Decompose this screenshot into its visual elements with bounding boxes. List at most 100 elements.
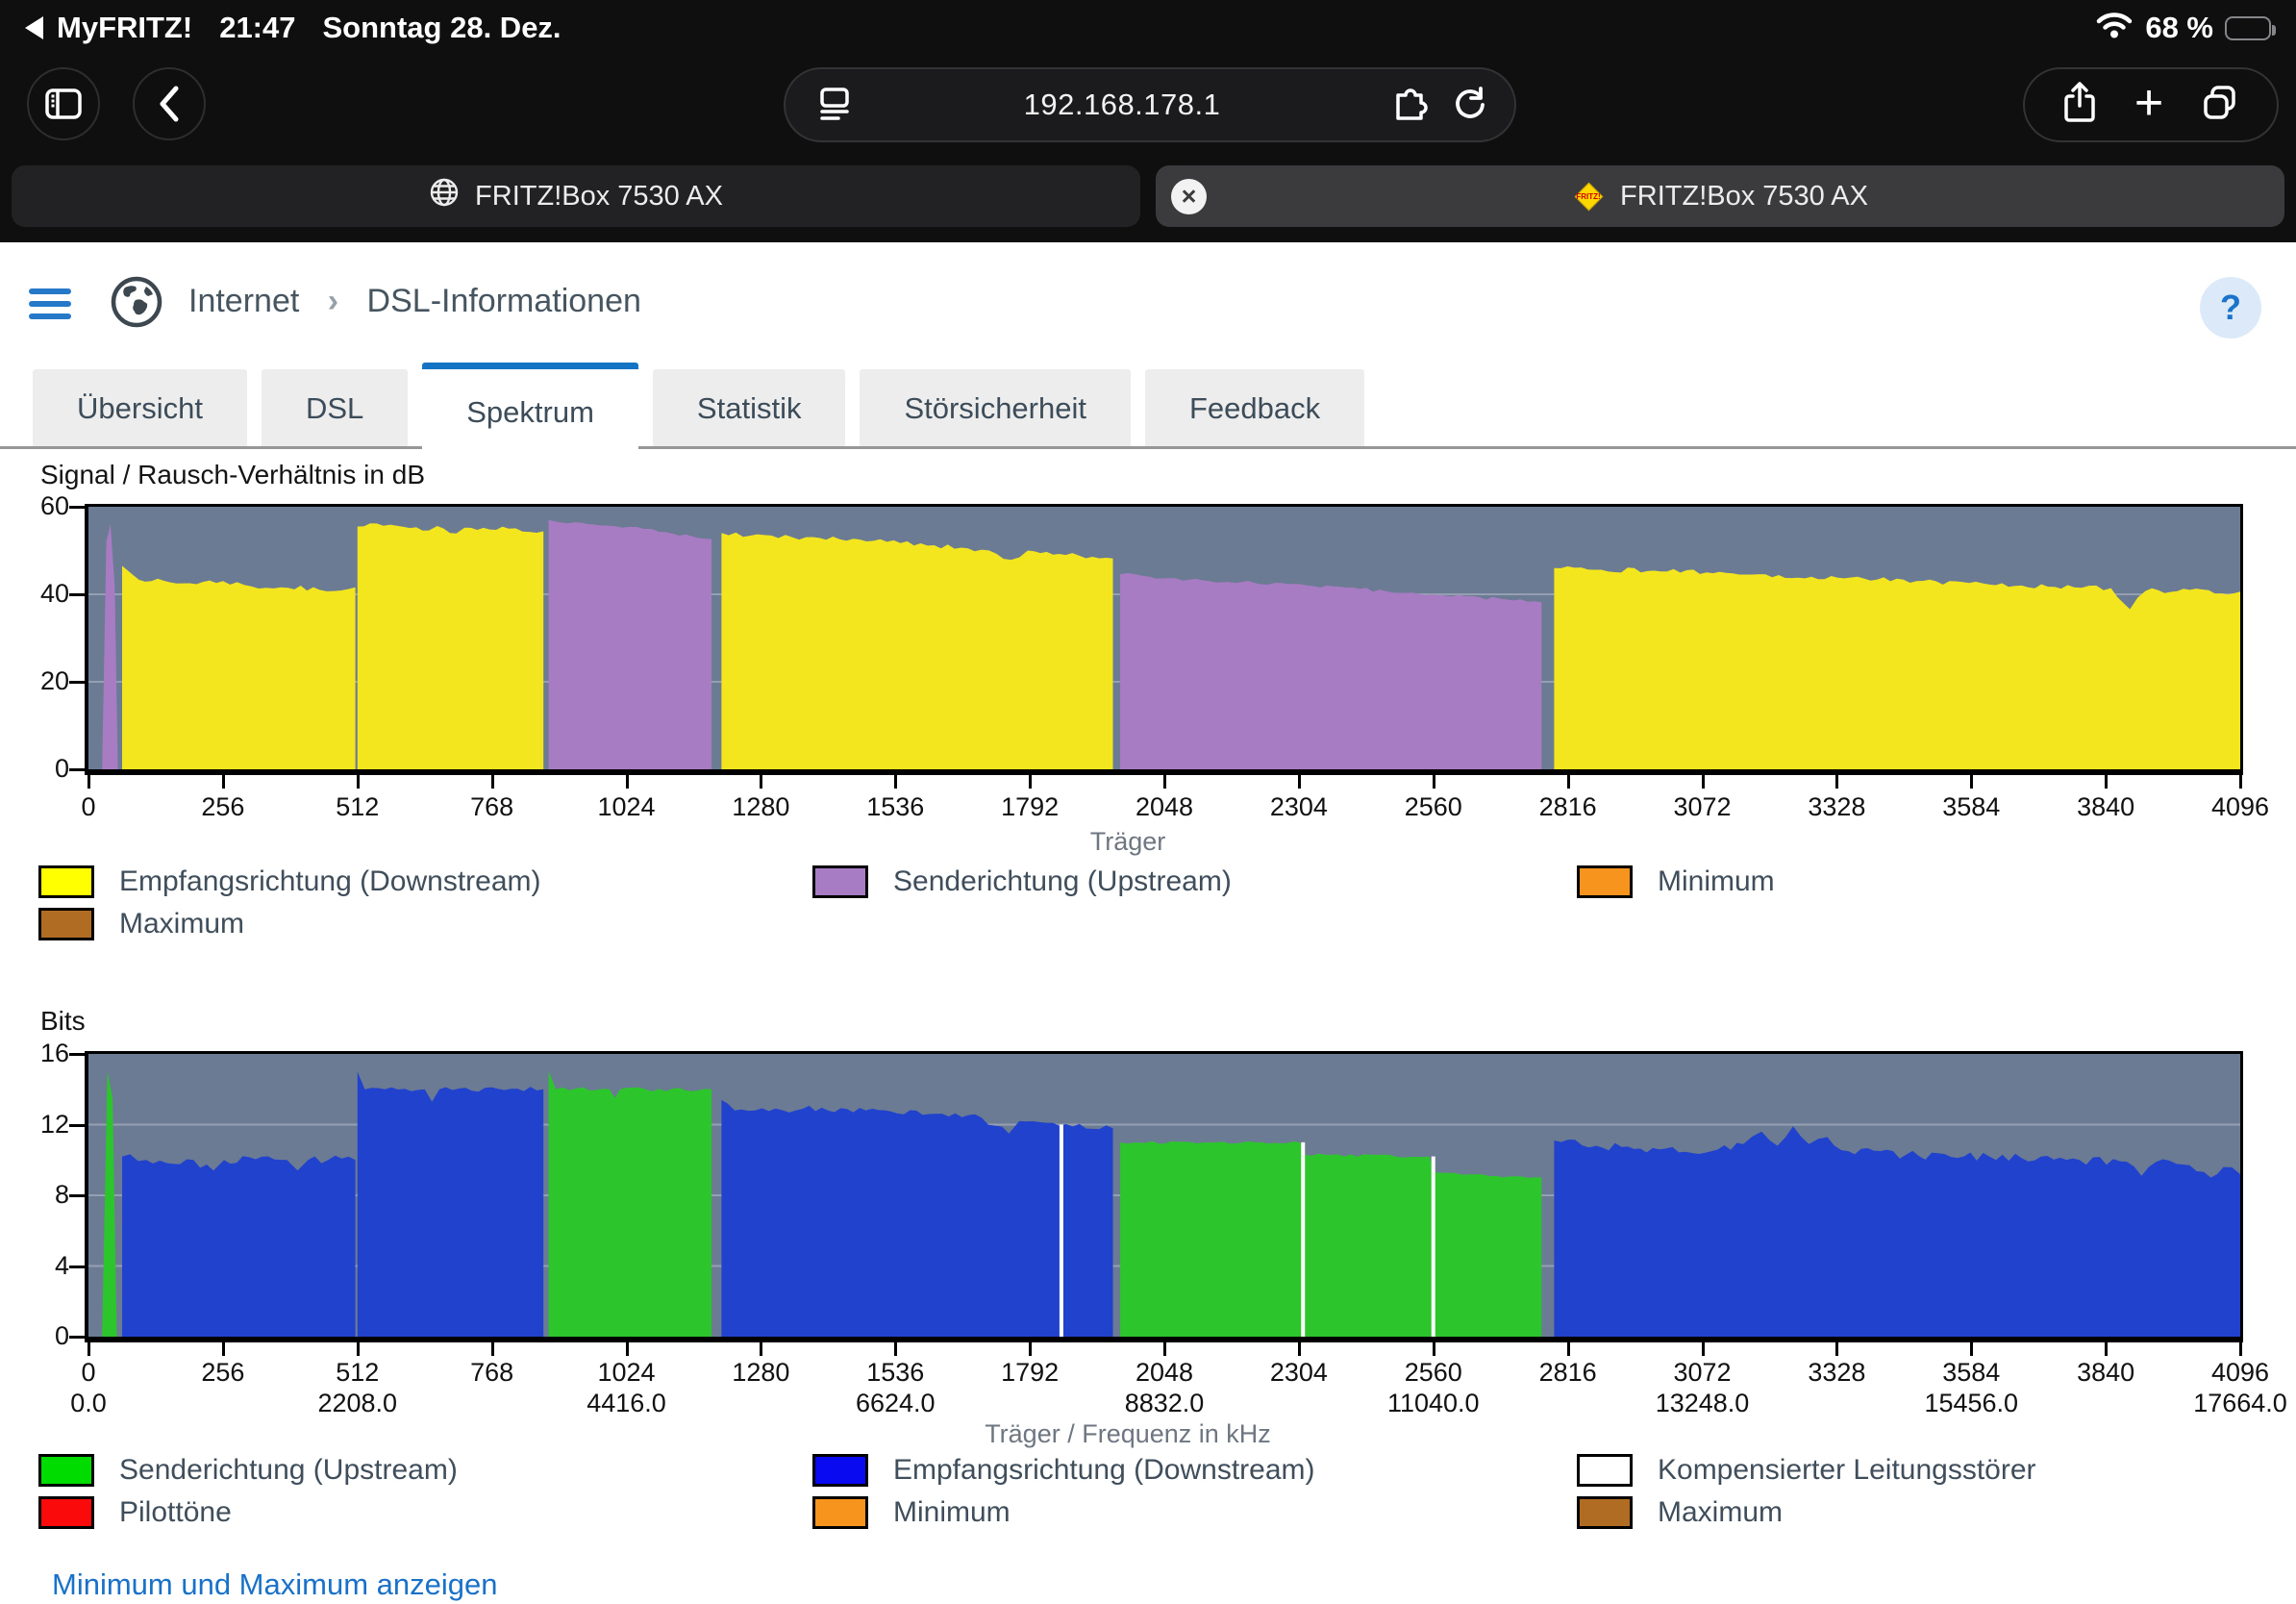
extensions-icon[interactable]	[1389, 83, 1430, 128]
x-tick-label: 2560	[1366, 1358, 1501, 1388]
reload-icon[interactable]	[1451, 84, 1489, 127]
menu-icon[interactable]	[29, 288, 71, 326]
y-tick-label: 0	[6, 754, 69, 784]
legend-item: Kompensierter Leitungsstörer	[1577, 1454, 2036, 1487]
back-to-app-label[interactable]: MyFRITZ!	[57, 11, 192, 45]
chart-title-1: Signal / Rausch-Verhältnis in dB	[40, 460, 425, 490]
x-tick-mark	[1702, 1342, 1705, 1356]
y-tick-label: 8	[6, 1180, 69, 1210]
x-tick-mark	[1029, 1342, 1032, 1356]
browser-tab-2[interactable]: × FRITZ! FRITZ!Box 7530 AX	[1156, 165, 2284, 227]
x-tick-mark	[1702, 775, 1705, 789]
x-tick-label: 256	[156, 792, 290, 822]
legend-item: Maximum	[1577, 1496, 1783, 1529]
x-tick-mark	[1567, 1342, 1570, 1356]
band-empfangsrichtung-downstream-	[358, 1071, 543, 1337]
y-tick-label: 0	[6, 1321, 69, 1351]
sidebar-icon	[43, 84, 84, 124]
url-text[interactable]: 192.168.178.1	[855, 88, 1389, 122]
legend-swatch	[38, 1454, 94, 1487]
safari-chrome: MyFRITZ! 21:47 Sonntag 28. Dez. 68 %	[0, 0, 2296, 242]
x-tick-mark	[87, 775, 90, 789]
browser-tab-1[interactable]: FRITZ!Box 7530 AX	[12, 165, 1140, 227]
x-tick-mark	[2239, 1342, 2242, 1356]
band-empfangsrichtung-downstream-	[122, 565, 356, 769]
x-tick-label: 512	[290, 792, 425, 822]
new-tab-icon[interactable]: +	[2134, 78, 2163, 128]
band-senderichtung-upstream-	[102, 524, 117, 769]
page-settings-icon[interactable]	[814, 83, 855, 128]
back-to-app-icon[interactable]	[25, 16, 43, 39]
x-tick-label: 2304	[1232, 1358, 1366, 1388]
x-tick-mark	[222, 775, 225, 789]
y-tick-mark	[69, 681, 85, 684]
x-frequency-label: 6624.0	[809, 1389, 982, 1418]
url-bar[interactable]: 192.168.178.1	[784, 67, 1516, 142]
x-tick-label: 1792	[962, 792, 1097, 822]
y-tick-mark	[69, 1266, 85, 1268]
x-frequency-label: 13248.0	[1616, 1389, 1789, 1418]
y-tick-label: 20	[6, 666, 69, 696]
x-tick-mark	[894, 775, 897, 789]
x-axis-label: Träger / Frequenz in kHz	[926, 1419, 1330, 1449]
tab-spektrum[interactable]: Spektrum	[422, 363, 638, 455]
breadcrumb-section[interactable]: Internet	[188, 283, 299, 319]
share-icon[interactable]	[2060, 81, 2099, 130]
show-min-max-link[interactable]: Minimum und Maximum anzeigen	[52, 1567, 497, 1602]
x-tick-mark	[87, 1342, 90, 1356]
x-tick-mark	[491, 1342, 494, 1356]
x-tick-mark	[1970, 775, 1973, 789]
sidebar-toggle-button[interactable]	[27, 67, 100, 140]
x-tick-label: 0	[21, 1358, 156, 1388]
legend-item: Empfangsrichtung (Downstream)	[812, 1454, 1315, 1487]
page-tabs: ÜbersichtDSLSpektrumStatistikStörsicherh…	[33, 369, 1364, 448]
breadcrumb-separator: ›	[328, 283, 338, 319]
chart-plot-1	[85, 504, 2243, 775]
tab--bersicht[interactable]: Übersicht	[33, 369, 247, 448]
band-empfangsrichtung-downstream-	[721, 533, 1112, 769]
x-tick-mark	[2105, 1342, 2108, 1356]
band-empfangsrichtung-downstream-	[358, 523, 543, 769]
tab-dsl[interactable]: DSL	[262, 369, 408, 448]
tab-st-rsicherheit[interactable]: Störsicherheit	[860, 369, 1131, 448]
x-tick-mark	[1029, 775, 1032, 789]
band-senderichtung-upstream-	[549, 520, 711, 769]
x-tick-mark	[626, 775, 629, 789]
x-tick-label: 3072	[1635, 1358, 1770, 1388]
x-frequency-label: 15456.0	[1884, 1389, 2058, 1418]
x-tick-label: 2816	[1501, 1358, 1635, 1388]
band-empfangsrichtung-downstream-	[122, 1154, 356, 1337]
close-tab-icon[interactable]: ×	[1171, 179, 1207, 214]
tabs-overview-icon[interactable]	[2199, 82, 2241, 129]
x-tick-mark	[2105, 775, 2108, 789]
x-tick-mark	[222, 1342, 225, 1356]
legend-swatch	[1577, 1496, 1633, 1529]
x-frequency-label: 4416.0	[540, 1389, 713, 1418]
x-tick-label: 768	[425, 792, 560, 822]
help-button[interactable]: ?	[2200, 277, 2261, 338]
breadcrumb: Internet › DSL-Informationen	[188, 283, 641, 320]
x-tick-label: 3840	[2038, 1358, 2173, 1388]
tab-statistik[interactable]: Statistik	[653, 369, 846, 448]
fritz-favicon-icon: FRITZ!	[1572, 180, 1605, 213]
x-tick-label: 1024	[560, 1358, 694, 1388]
x-tick-label: 2048	[1097, 1358, 1232, 1388]
browser-tab-1-title[interactable]: FRITZ!Box 7530 AX	[475, 181, 723, 213]
legend-label: Maximum	[1658, 1496, 1783, 1529]
x-tick-label: 0	[21, 792, 156, 822]
x-tick-mark	[1433, 1342, 1435, 1356]
back-button[interactable]	[133, 67, 206, 140]
x-tick-label: 2560	[1366, 792, 1501, 822]
status-date: Sonntag 28. Dez.	[323, 11, 562, 45]
x-tick-mark	[491, 775, 494, 789]
legend-label: Empfangsrichtung (Downstream)	[119, 865, 541, 898]
legend-label: Senderichtung (Upstream)	[893, 865, 1232, 898]
safari-tabstrip: FRITZ!Box 7530 AX × FRITZ! FRITZ!Box 753…	[12, 165, 2284, 227]
band-empfangsrichtung-downstream-	[1554, 1126, 2240, 1337]
legend-swatch	[812, 1496, 868, 1529]
tab-feedback[interactable]: Feedback	[1145, 369, 1364, 448]
browser-tab-2-title[interactable]: FRITZ!Box 7530 AX	[1620, 181, 1868, 213]
legend-swatch	[38, 908, 94, 940]
x-tick-label: 256	[156, 1358, 290, 1388]
x-tick-label: 1024	[560, 792, 694, 822]
